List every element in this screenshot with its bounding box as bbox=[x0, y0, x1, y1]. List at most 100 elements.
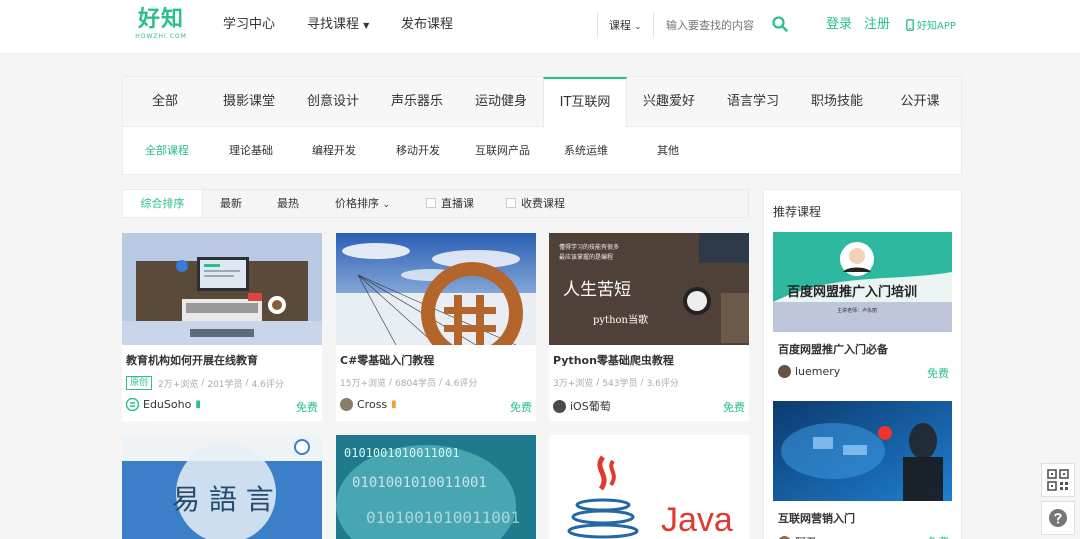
course-students: 201学员 bbox=[207, 379, 243, 390]
sort-price[interactable]: 价格排序 ⌄ bbox=[335, 190, 390, 217]
course-card[interactable]: 懂得学习的技能有很多 最应该掌握的是编程 人生苦短 python当歌 Pytho… bbox=[549, 233, 749, 421]
course-stats: 15万+浏览/ 6804学员/ 4.6评分 bbox=[340, 376, 478, 390]
sort-bar: 综合排序 最新 最热 价格排序 ⌄ 直播课 收费课程 bbox=[122, 189, 749, 218]
question-icon bbox=[1049, 509, 1067, 527]
course-rating: 3.6评分 bbox=[646, 379, 679, 389]
category-panel: 全部 摄影课堂 创意设计 声乐器乐 运动健身 IT互联网 兴趣爱好 语言学习 职… bbox=[122, 76, 962, 175]
recommend-price: 免费 bbox=[927, 534, 949, 539]
course-title[interactable]: 教育机构如何开展在线教育 bbox=[126, 352, 258, 368]
category-tabs: 全部 摄影课堂 创意设计 声乐器乐 运动健身 IT互联网 兴趣爱好 语言学习 职… bbox=[123, 77, 961, 128]
recommend-thumbnail[interactable] bbox=[773, 401, 952, 501]
phone-icon bbox=[906, 18, 914, 31]
course-title[interactable]: C#零基础入门教程 bbox=[340, 352, 434, 368]
subtab-sysops[interactable]: 系统运维 bbox=[564, 144, 608, 158]
meta-sep: / bbox=[245, 378, 249, 388]
subtab-other[interactable]: 其他 bbox=[657, 144, 679, 158]
course-price: 免费 bbox=[296, 401, 318, 414]
course-author[interactable]: Cross ▮ bbox=[340, 398, 397, 411]
course-rating: 4.6评分 bbox=[445, 379, 478, 389]
app-download-label: 好知APP bbox=[917, 21, 956, 32]
logo-text: 好知 bbox=[137, 7, 184, 32]
avatar bbox=[778, 365, 791, 378]
tab-hobbies[interactable]: 兴趣爱好 bbox=[627, 77, 711, 127]
recommend-author[interactable]: luemery bbox=[778, 365, 840, 378]
author-name: 阿丑 bbox=[795, 534, 817, 539]
nav-find-courses[interactable]: 寻找课程 ▼ bbox=[307, 16, 369, 35]
course-price: 免费 bbox=[723, 401, 745, 414]
filter-live-label: 直播课 bbox=[441, 197, 474, 210]
tab-it-internet[interactable]: IT互联网 bbox=[543, 77, 627, 128]
recommend-course-title[interactable]: 互联网营销入门 bbox=[778, 510, 855, 526]
tab-photography[interactable]: 摄影课堂 bbox=[207, 77, 291, 127]
recommend-course-title[interactable]: 百度网盟推广入门必备 bbox=[778, 341, 888, 357]
chevron-down-icon: ⌄ bbox=[634, 22, 642, 31]
recommend-title: 推荐课程 bbox=[773, 205, 822, 219]
course-students: 543学员 bbox=[602, 379, 638, 389]
course-thumbnail[interactable]: 易 語 言 bbox=[122, 435, 322, 539]
register-link[interactable]: 注册 bbox=[864, 16, 890, 34]
search-input[interactable] bbox=[666, 15, 762, 35]
course-card[interactable]: C#零基础入门教程 15万+浏览/ 6804学员/ 4.6评分 Cross ▮ … bbox=[336, 233, 536, 421]
tab-music[interactable]: 声乐器乐 bbox=[375, 77, 459, 127]
course-thumbnail[interactable]: 懂得学习的技能有很多 最应该掌握的是编程 人生苦短 python当歌 bbox=[549, 233, 749, 345]
tab-career-skills[interactable]: 职场技能 bbox=[795, 77, 879, 127]
course-author[interactable]: iOS葡萄 bbox=[553, 398, 611, 414]
image-binary-text: 0101001010011001 bbox=[344, 446, 460, 460]
course-rating: 4.6评分 bbox=[251, 379, 284, 390]
nav-publish-course[interactable]: 发布课程 bbox=[401, 16, 453, 34]
search-category-select[interactable]: 课程 ⌄ bbox=[609, 17, 641, 33]
image-quote-line1: 懂得学习的技能有很多 bbox=[559, 243, 619, 251]
chevron-down-icon: ⌄ bbox=[382, 200, 391, 210]
recommend-thumbnail[interactable]: 百度网盟推广入门培训 主讲老师：卢永丽 bbox=[773, 232, 952, 332]
login-link[interactable]: 登录 bbox=[826, 16, 852, 34]
sort-comprehensive[interactable]: 综合排序 bbox=[123, 190, 203, 217]
subtab-theory[interactable]: 理论基础 bbox=[229, 144, 273, 158]
tab-languages[interactable]: 语言学习 bbox=[711, 77, 795, 127]
help-button[interactable] bbox=[1041, 501, 1075, 535]
sort-hottest[interactable]: 最热 bbox=[277, 190, 299, 217]
sort-newest[interactable]: 最新 bbox=[220, 190, 242, 217]
subtab-mobile-dev[interactable]: 移动开发 bbox=[396, 144, 440, 158]
course-thumbnail[interactable] bbox=[122, 233, 322, 345]
author-name: luemery bbox=[795, 365, 841, 378]
image-sub-text: python当歌 bbox=[593, 313, 648, 326]
subtab-programming[interactable]: 编程开发 bbox=[312, 144, 356, 158]
course-card[interactable]: 教育机构如何开展在线教育 原创 2万+浏览/ 201学员/ 4.6评分 EduS… bbox=[122, 233, 322, 421]
filter-paid[interactable]: 收费课程 bbox=[506, 190, 565, 217]
nav-learning-center[interactable]: 学习中心 bbox=[223, 16, 275, 34]
filter-paid-label: 收费课程 bbox=[521, 197, 565, 210]
meta-sep: / bbox=[596, 377, 600, 388]
course-thumbnail[interactable]: Java bbox=[549, 435, 749, 539]
course-views: 15万+浏览 bbox=[340, 379, 386, 389]
tab-public-courses[interactable]: 公开课 bbox=[879, 77, 961, 127]
filter-live[interactable]: 直播课 bbox=[426, 190, 474, 217]
tab-all[interactable]: 全部 bbox=[123, 77, 207, 127]
site-logo[interactable]: 好知 HOWZHI.COM bbox=[135, 7, 187, 41]
course-author[interactable]: EduSoho ▮ bbox=[126, 398, 201, 411]
banner-title: 百度网盟推广入门培训 bbox=[787, 284, 917, 300]
recommend-price: 免费 bbox=[927, 367, 949, 380]
avatar bbox=[553, 399, 566, 413]
search-divider bbox=[653, 12, 654, 38]
app-download-link[interactable]: 好知APP bbox=[906, 17, 956, 32]
recommend-author[interactable]: 阿丑 bbox=[778, 534, 817, 539]
author-name: iOS葡萄 bbox=[570, 400, 611, 413]
caret-down-icon: ▼ bbox=[363, 21, 370, 30]
avatar bbox=[340, 398, 353, 411]
subtab-all-courses[interactable]: 全部课程 bbox=[145, 144, 189, 158]
qrcode-icon bbox=[1047, 469, 1069, 491]
course-thumbnail[interactable]: 0101001010011001 0101001010011001 010100… bbox=[336, 435, 536, 539]
qrcode-button[interactable] bbox=[1041, 463, 1075, 497]
author-name: EduSoho bbox=[143, 398, 192, 411]
search-icon[interactable] bbox=[771, 15, 789, 33]
course-thumbnail[interactable] bbox=[336, 233, 536, 345]
tab-creative-design[interactable]: 创意设计 bbox=[291, 77, 375, 127]
subtab-internet-product[interactable]: 互联网产品 bbox=[475, 144, 530, 158]
teacher-icon: ▮ bbox=[195, 399, 201, 410]
tab-fitness[interactable]: 运动健身 bbox=[459, 77, 543, 127]
course-title[interactable]: Python零基础爬虫教程 bbox=[553, 352, 674, 368]
checkbox-icon bbox=[506, 198, 516, 208]
image-binary-text: 0101001010011001 bbox=[352, 475, 487, 491]
banner-subtitle: 主讲老师：卢永丽 bbox=[837, 307, 877, 314]
search-box: 课程 ⌄ bbox=[597, 12, 797, 38]
